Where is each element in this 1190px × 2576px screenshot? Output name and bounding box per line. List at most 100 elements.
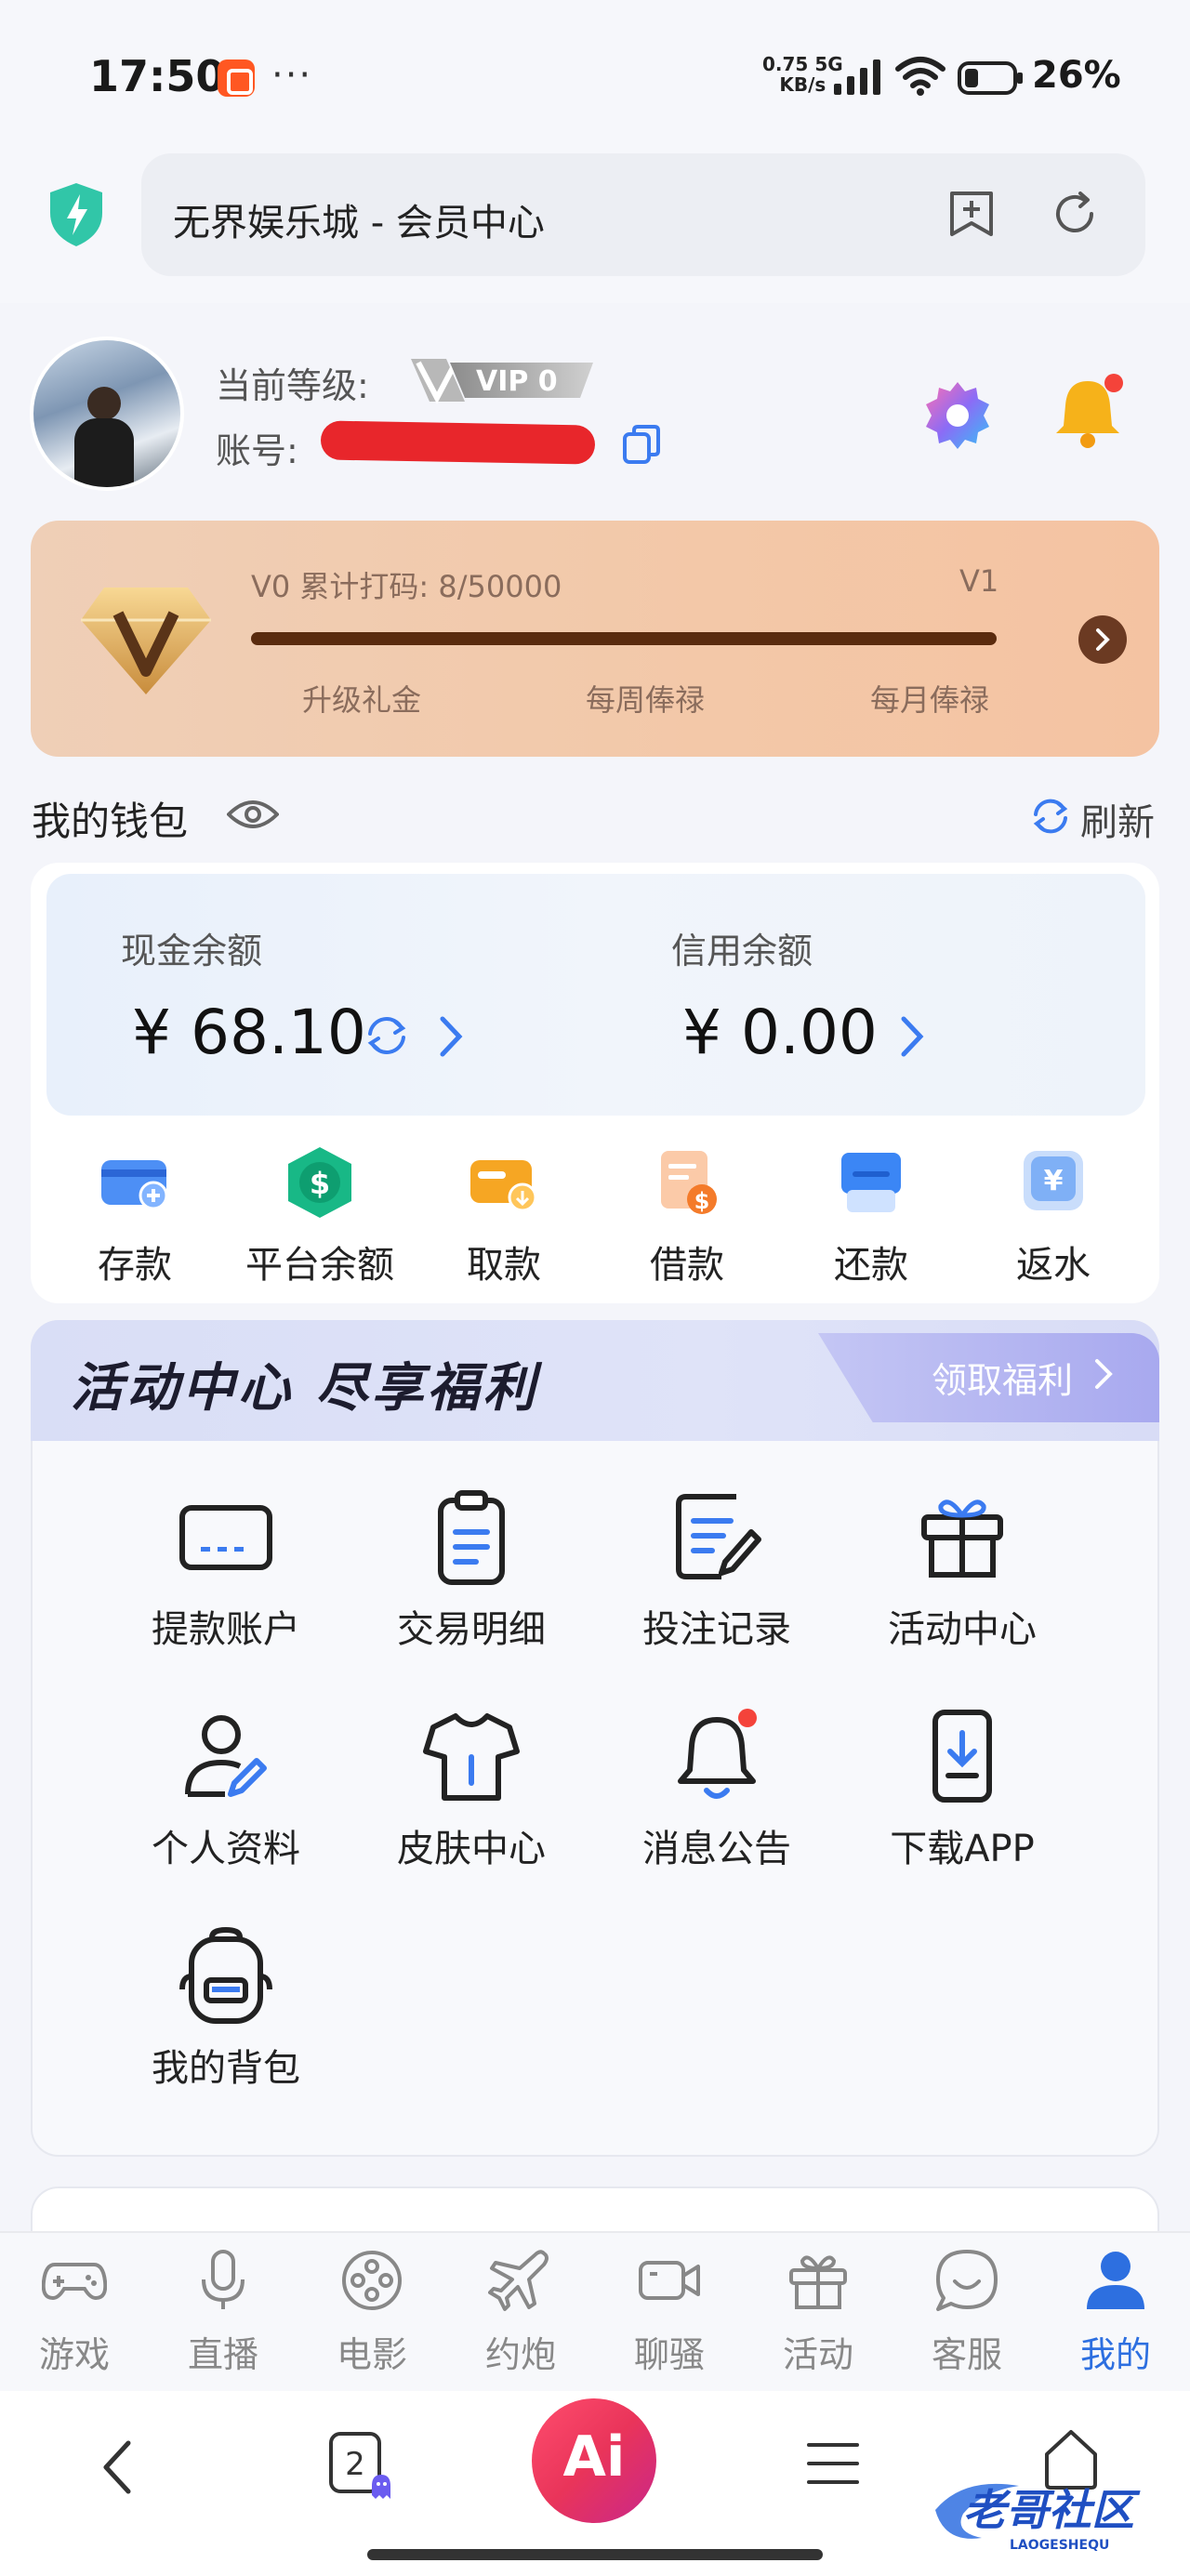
phone-download-icon (932, 1710, 992, 1803)
refresh-icon[interactable] (1030, 796, 1071, 837)
tab-date[interactable]: 约炮 (465, 2248, 576, 2377)
user-profile-icon (1087, 2252, 1144, 2309)
svg-text:2: 2 (345, 2446, 365, 2483)
tab-live[interactable]: 直播 (167, 2248, 279, 2377)
svg-text:老哥社区: 老哥社区 (963, 2485, 1141, 2535)
bank-card-icon (179, 1505, 272, 1570)
download-app-item[interactable]: 下载APP (869, 1705, 1055, 1872)
menu-icon[interactable] (805, 2437, 861, 2490)
chat-bubble-icon (936, 2250, 998, 2311)
dollar-coin-icon: $ (288, 1147, 351, 1218)
gamepad-icon (41, 2263, 108, 2301)
account-label: 账号: (216, 430, 298, 471)
svg-text:$: $ (310, 1166, 330, 1201)
vip-detail-button[interactable] (1078, 615, 1127, 664)
wifi-icon (895, 57, 945, 96)
clipboard-list-icon (438, 1490, 505, 1585)
home-indicator (367, 2549, 823, 2560)
tab-chat[interactable]: 聊骚 (614, 2248, 725, 2377)
reload-icon[interactable] (1049, 188, 1101, 240)
deposit-card-icon (101, 1160, 168, 1210)
tshirt-icon (423, 1713, 520, 1801)
profile-item[interactable]: 个人资料 (133, 1705, 319, 1872)
account-redaction (320, 420, 596, 465)
avatar[interactable] (30, 337, 184, 491)
app-notification-icon (218, 59, 255, 97)
settings-gear-icon[interactable] (920, 378, 995, 453)
tab-movie[interactable]: 电影 (316, 2248, 428, 2377)
svg-text:¥: ¥ (1044, 1165, 1064, 1197)
balance-panel (46, 874, 1145, 1116)
vip-progress-bar (251, 632, 997, 645)
status-time: 17:50 (89, 51, 226, 101)
backpack-icon (179, 1926, 272, 2024)
more-notifications-icon: ··· (271, 54, 313, 97)
deposit-button[interactable]: 存款 (51, 1143, 218, 1288)
withdraw-wallet-icon (470, 1160, 537, 1212)
loan-document-icon: $ (661, 1151, 717, 1214)
battery-icon (958, 61, 1023, 95)
loan-button[interactable]: $ 借款 (603, 1143, 771, 1288)
film-reel-icon (342, 2251, 402, 2310)
notification-bell-icon (678, 1709, 757, 1799)
activity-center-item[interactable]: 活动中心 (869, 1486, 1055, 1653)
credit-detail-chevron-icon[interactable] (898, 1013, 926, 1060)
svg-text:LAOGESHEQU: LAOGESHEQU (1010, 2538, 1109, 2553)
repay-card-icon (841, 1153, 901, 1212)
activity-title: 活动中心 尽享福利 (71, 1358, 539, 1419)
withdraw-account-item[interactable]: 提款账户 (133, 1486, 319, 1653)
wallet-title: 我的钱包 (32, 799, 189, 844)
tab-game[interactable]: 游戏 (19, 2248, 130, 2377)
tab-support[interactable]: 客服 (911, 2248, 1023, 2377)
tab-mine[interactable]: 我的 (1060, 2248, 1171, 2377)
chevron-right-icon[interactable] (1093, 1357, 1114, 1391)
vip-perk-upgrade[interactable]: 升级礼金 (302, 677, 421, 720)
network-speed: 0.75 5G KB/s (762, 53, 843, 96)
tabs-switcher-icon[interactable]: 2 (327, 2428, 394, 2503)
sync-icon[interactable] (364, 1013, 409, 1058)
watermark-logo: 老哥社区 LAOGESHEQU (935, 2483, 1141, 2553)
repay-button[interactable]: 还款 (787, 1143, 955, 1288)
withdraw-button[interactable]: 取款 (420, 1143, 588, 1288)
backpack-item[interactable]: 我的背包 (133, 1924, 319, 2092)
svg-text:$: $ (694, 1188, 710, 1214)
bet-record-item[interactable]: 投注记录 (624, 1486, 810, 1653)
message-notice-item[interactable]: 消息公告 (624, 1705, 810, 1872)
copy-icon[interactable] (621, 423, 662, 466)
eye-icon[interactable] (227, 798, 279, 831)
microphone-icon (202, 2250, 245, 2309)
credit-balance-value: ¥ 0.00 (682, 997, 878, 1068)
page-title[interactable]: 无界娱乐城 - 会员中心 (173, 192, 545, 246)
refresh-button[interactable]: 刷新 (1080, 792, 1155, 846)
cash-balance-label: 现金余额 (121, 931, 263, 971)
transaction-detail-item[interactable]: 交易明细 (378, 1486, 564, 1653)
video-camera-icon (639, 2261, 700, 2300)
battery-percent: 26% (1032, 54, 1121, 97)
vip-level-badge: VIP 0 (411, 359, 593, 404)
tab-activity[interactable]: 活动 (762, 2248, 874, 2377)
gift-box-icon (921, 1499, 1003, 1578)
vip-perk-monthly[interactable]: 每月俸禄 (870, 677, 989, 720)
gift-icon (789, 2255, 847, 2309)
edit-document-icon (676, 1494, 761, 1579)
back-arrow-icon[interactable] (100, 2437, 134, 2497)
svg-text:VIP 0: VIP 0 (476, 365, 558, 398)
cash-detail-chevron-icon[interactable] (437, 1013, 465, 1060)
add-bookmark-icon[interactable] (946, 188, 997, 240)
claim-welfare-label[interactable]: 领取福利 (932, 1352, 1073, 1403)
level-label: 当前等级: (216, 365, 369, 406)
rebate-button[interactable]: ¥ 返水 (970, 1143, 1137, 1288)
vip-perk-weekly[interactable]: 每周俸禄 (586, 677, 705, 720)
notification-bell-icon[interactable] (1051, 372, 1125, 452)
skin-center-item[interactable]: 皮肤中心 (378, 1705, 564, 1872)
cash-balance-value: ¥ 68.10 (132, 997, 366, 1068)
user-edit-icon (185, 1715, 267, 1797)
airplane-icon (488, 2250, 549, 2311)
vip-progress-text: V0 累计打码: 8/50000 (251, 569, 562, 604)
platform-balance-button[interactable]: $ 平台余额 (236, 1143, 403, 1288)
credit-balance-label: 信用余额 (671, 931, 813, 971)
security-shield-icon[interactable] (46, 181, 106, 248)
ai-assistant-label[interactable]: Ai (550, 2424, 638, 2490)
signal-icon (834, 59, 880, 95)
vip-diamond-icon (81, 588, 211, 694)
